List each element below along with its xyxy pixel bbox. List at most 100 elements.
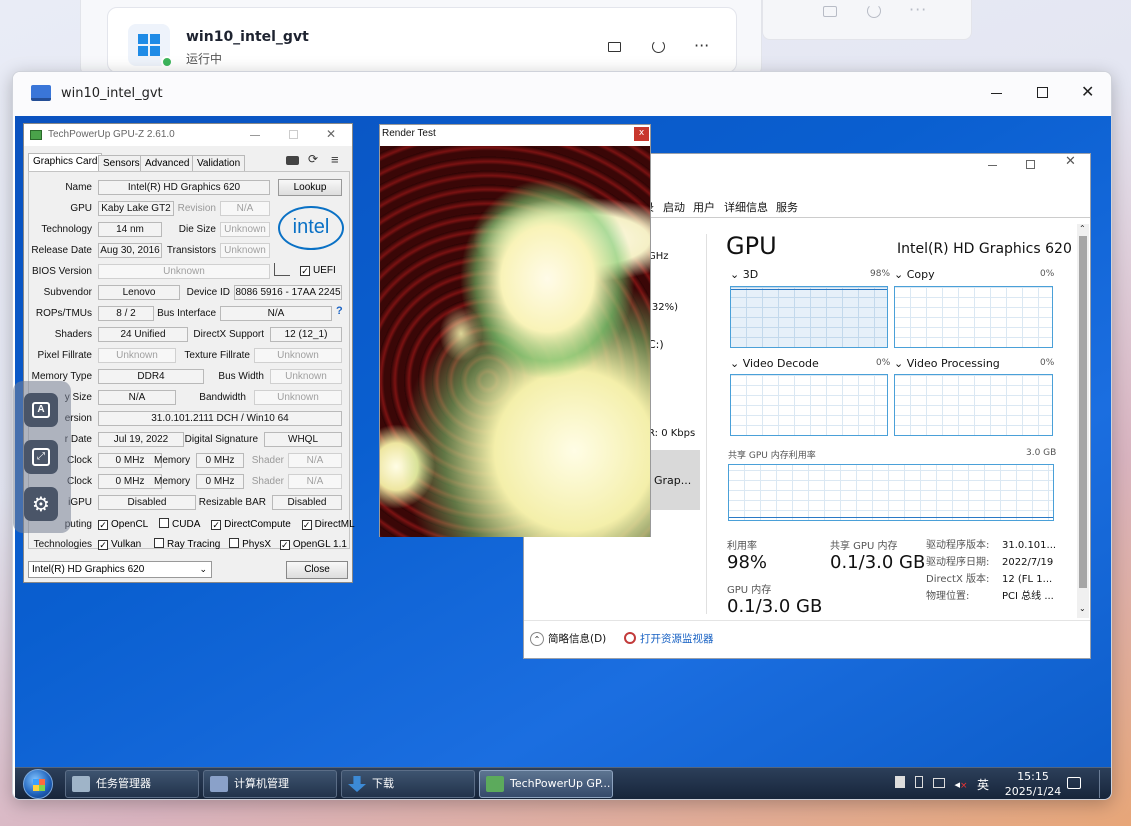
vm-desktop[interactable]: ✕ ) 录 启动 用户 详细信息 服务 GHz (32%) C:) R: 0 K…: [15, 116, 1111, 799]
tm-scrollbar[interactable]: ⌃ ⌄: [1077, 224, 1089, 618]
render-close-button[interactable]: x: [634, 127, 649, 141]
shared-mem-label: 共享 GPU 内存: [830, 541, 898, 552]
checkbox-icon: ✓: [301, 520, 312, 530]
scrollbar-thumb[interactable]: [1079, 236, 1087, 588]
shared-mem-line: [729, 517, 1053, 518]
tab-graphics-card[interactable]: Graphics Card: [28, 153, 103, 171]
refresh-icon[interactable]: ⟳: [308, 152, 318, 166]
field-memory-size: N/A: [98, 390, 176, 405]
vm-card[interactable]: win10_intel_gvt 运行中 ···: [107, 7, 737, 73]
monitor-icon[interactable]: [608, 42, 621, 52]
close-button[interactable]: ✕: [1081, 82, 1094, 101]
opengl-checkbox[interactable]: ✓ OpenGL 1.1: [279, 539, 347, 550]
engine-decode-label[interactable]: ⌄ Video Decode: [730, 357, 819, 370]
field-pixel-fillrate: Unknown: [98, 348, 176, 363]
chevron-up-icon[interactable]: ⌃: [1079, 224, 1086, 233]
field-technology: 14 nm: [98, 222, 162, 237]
uefi-checkbox[interactable]: ✓ UEFI: [300, 265, 336, 276]
network-icon[interactable]: [932, 778, 945, 788]
volume-muted-icon[interactable]: ◂×: [954, 778, 967, 791]
label-bus-interface: Bus Interface: [157, 308, 216, 319]
gpu-select[interactable]: Intel(R) HD Graphics 620 ⌄: [28, 561, 212, 578]
viewer-title: win10_intel_gvt: [61, 86, 163, 101]
tm-close-button[interactable]: ✕: [1065, 154, 1076, 169]
clock-time[interactable]: 15:15: [1011, 770, 1055, 783]
util-label: 利用率: [727, 541, 757, 552]
start-button[interactable]: [23, 769, 53, 799]
camera-icon[interactable]: [286, 156, 299, 165]
label-digital-signature: Digital Signature: [184, 434, 258, 445]
gpuz-maximize-button[interactable]: [289, 130, 298, 139]
checkbox-icon: ✓: [279, 540, 290, 550]
field-release-date: Aug 30, 2016: [98, 243, 162, 258]
gpuz-minimize-button[interactable]: [250, 135, 260, 136]
vulkan-checkbox[interactable]: ✓ Vulkan: [98, 539, 141, 550]
tm-maximize-button[interactable]: [1026, 160, 1035, 169]
share-icon[interactable]: [274, 263, 290, 276]
directml-checkbox[interactable]: ✓ DirectML: [301, 519, 355, 530]
label-default-memory: Memory: [154, 476, 191, 487]
usb-icon[interactable]: [914, 776, 923, 788]
tab-sensors[interactable]: Sensors: [98, 155, 145, 171]
windows-flag-icon: [33, 779, 45, 791]
clock-date[interactable]: 2025/1/24: [995, 785, 1071, 798]
computer-management-icon: [210, 776, 228, 792]
keyboard-input-button[interactable]: A: [24, 393, 58, 427]
tm-tab-services[interactable]: 服务: [773, 198, 801, 218]
engine-vp-label[interactable]: ⌄ Video Processing: [894, 357, 1000, 370]
directcompute-checkbox[interactable]: ✓ DirectCompute: [211, 519, 291, 530]
fullscreen-button[interactable]: ⤢: [24, 440, 58, 474]
lookup-button[interactable]: Lookup: [278, 179, 342, 196]
power-icon[interactable]: [867, 4, 881, 18]
label-directx: DirectX Support: [193, 329, 264, 340]
action-center-flag-icon[interactable]: [895, 776, 905, 788]
engine-name: Video Processing: [906, 357, 1000, 370]
vm-name: win10_intel_gvt: [186, 29, 309, 45]
driver-info: 驱动程序版本: 31.0.101... 驱动程序日期: 2022/7/19 Dire…: [926, 537, 1056, 605]
brief-button[interactable]: ⌃ 简略信息(D): [530, 631, 606, 646]
taskbar-item-downloads[interactable]: 下载: [341, 770, 475, 798]
settings-button[interactable]: ⚙: [24, 487, 58, 521]
engine-copy-label[interactable]: ⌄ Copy: [894, 268, 935, 281]
minimize-button[interactable]: [991, 93, 1002, 94]
field-digital-signature: WHQL: [264, 432, 342, 447]
field-default-clock: 0 MHz: [98, 474, 162, 489]
open-resource-monitor-link[interactable]: 打开资源监视器: [624, 631, 714, 646]
opencl-checkbox[interactable]: ✓ OpenCL: [98, 519, 148, 530]
maximize-button[interactable]: [1037, 87, 1048, 98]
field-resizable-bar: Disabled: [272, 495, 342, 510]
label-technologies: Technologies: [33, 539, 92, 550]
show-desktop-button[interactable]: [1099, 770, 1109, 798]
power-icon[interactable]: [652, 40, 665, 53]
cuda-checkbox[interactable]: CUDA: [159, 518, 200, 530]
engine-3d-label[interactable]: ⌄ 3D: [730, 268, 758, 281]
gpuz-close-btn[interactable]: Close: [286, 561, 348, 579]
tm-tab-details[interactable]: 详细信息: [721, 198, 771, 218]
menu-icon[interactable]: ≡: [331, 152, 339, 167]
field-bus-interface: N/A: [220, 306, 332, 321]
more-icon[interactable]: ···: [909, 0, 927, 19]
taskbar-item-computer-management[interactable]: 计算机管理: [203, 770, 337, 798]
tm-divider: [706, 234, 707, 614]
tab-advanced[interactable]: Advanced: [140, 155, 195, 171]
taskbar-item-task-manager[interactable]: 任务管理器: [65, 770, 199, 798]
gpuz-close-button[interactable]: ✕: [326, 127, 336, 141]
physx-checkbox[interactable]: PhysX: [229, 538, 271, 550]
info-row: 驱动程序版本: 31.0.101...: [926, 537, 1056, 554]
tm-tab-users[interactable]: 用户: [690, 198, 718, 218]
help-icon[interactable]: ?: [336, 305, 343, 317]
field-bandwidth: Unknown: [254, 390, 342, 405]
checkbox-icon: ✓: [211, 520, 222, 530]
tm-tab-startup[interactable]: 启动: [660, 198, 688, 218]
tm-minimize-button[interactable]: [988, 165, 997, 166]
host-secondary-card: ···: [762, 0, 972, 40]
more-icon[interactable]: ···: [694, 36, 709, 55]
ime-indicator[interactable]: 英: [977, 776, 989, 793]
notification-icon[interactable]: [1067, 777, 1081, 789]
chevron-down-icon[interactable]: ⌄: [1079, 604, 1086, 613]
monitor-icon[interactable]: [823, 6, 837, 17]
tab-validation[interactable]: Validation: [192, 155, 246, 171]
tm-gpu-list-label: Grap...: [654, 474, 692, 487]
raytracing-checkbox[interactable]: Ray Tracing: [154, 538, 220, 550]
taskbar-item-gpuz[interactable]: TechPowerUp GP...: [479, 770, 613, 798]
